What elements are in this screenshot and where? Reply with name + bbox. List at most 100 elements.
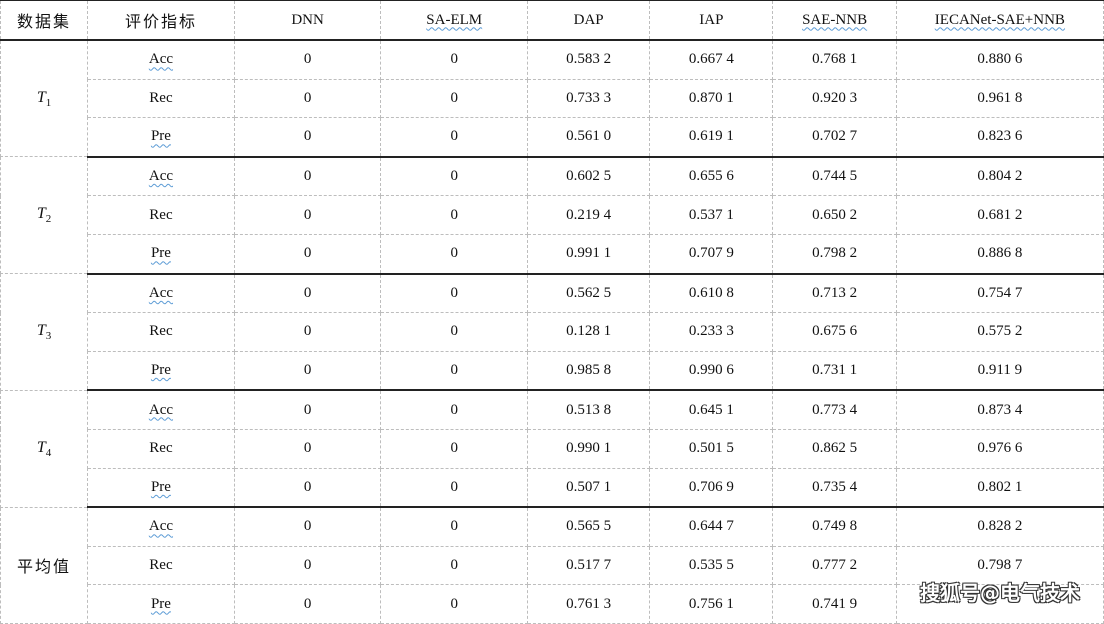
value-cell: 0.761 3 — [527, 584, 651, 624]
metric-cell: Pre — [87, 584, 235, 624]
metric-cell: Acc — [87, 506, 235, 547]
dataset-symbol: T — [36, 321, 46, 339]
metric-cell: Rec — [87, 78, 235, 119]
value-cell: 0.731 1 — [772, 350, 897, 392]
header-iecanet-label: IECANet-SAE+NNB — [934, 11, 1065, 28]
dataset-cell: T4 — [0, 389, 89, 508]
metric-label: Rec — [149, 323, 173, 340]
value-cell: 0.513 8 — [527, 389, 651, 430]
table-row: Rec 0 0 0.990 1 0.501 5 0.862 5 0.976 6 — [1, 428, 1104, 469]
value-cell: 0 — [233, 506, 382, 547]
metric-cell: Rec — [87, 312, 235, 352]
value-cell: 0.562 5 — [527, 273, 651, 314]
value-cell: 0.667 4 — [649, 39, 774, 80]
metric-cell: Rec — [87, 428, 235, 469]
metric-label: Acc — [148, 518, 174, 535]
value-cell: 0 — [233, 195, 382, 235]
metric-label: Rec — [149, 557, 173, 574]
metric-cell: Pre — [87, 233, 235, 275]
value-cell: 0.681 2 — [895, 195, 1104, 235]
value-cell: 0.804 2 — [895, 156, 1104, 197]
metric-label: Pre — [150, 595, 171, 612]
value-cell: 0 — [233, 389, 382, 430]
value-cell: 0.702 7 — [772, 117, 897, 158]
value-cell: 0 — [233, 233, 382, 275]
value-cell: 0 — [380, 39, 529, 80]
dataset-cell: 平均值 — [0, 506, 89, 624]
metric-cell: Rec — [87, 545, 235, 586]
value-cell: 0.920 3 — [772, 78, 897, 119]
value-cell: 0.990 1 — [527, 428, 651, 469]
value-cell: 0.583 2 — [527, 39, 651, 80]
value-cell: 0.976 6 — [895, 428, 1104, 469]
table-row: T4 Acc 0 0 0.513 8 0.645 1 0.773 4 0.873 4 — [0, 389, 1104, 508]
value-cell: 0.575 2 — [895, 312, 1104, 352]
value-cell: 0.602 5 — [527, 156, 651, 197]
value-cell: 0.773 4 — [772, 389, 897, 430]
table-row: T1 Acc 0 0 0.583 2 0.667 4 0.768 1 0.880 6 — [0, 39, 1104, 158]
value-cell: 0 — [380, 584, 529, 624]
metric-label: Pre — [150, 128, 171, 145]
value-cell: 0.619 1 — [649, 117, 774, 158]
value-cell: 0.644 7 — [649, 506, 774, 547]
value-cell: 0 — [380, 506, 529, 547]
table-row: Pre 0 0 0.561 0 0.619 1 0.702 7 0.823 6 — [1, 117, 1104, 158]
dataset-subscript: 3 — [45, 330, 52, 343]
dataset-cell: T3 — [0, 273, 89, 391]
value-cell: 0 — [380, 428, 529, 469]
value-cell: 0.233 3 — [649, 312, 774, 352]
value-cell: 0.886 8 — [895, 233, 1104, 275]
value-cell: 0 — [233, 584, 382, 624]
value-cell: 0.507 1 — [527, 467, 651, 509]
dataset-subscript: 1 — [45, 96, 52, 109]
header-sae-nnb-label: SAE-NNB — [802, 11, 868, 28]
metric-cell: Acc — [87, 273, 235, 314]
value-cell: 0.870 1 — [649, 78, 774, 119]
header-iecanet: IECANet-SAE+NNB — [895, 0, 1104, 41]
header-sa-elm: SA-ELM — [380, 0, 529, 41]
value-cell: 0.768 1 — [772, 39, 897, 80]
value-cell: 0 — [380, 389, 529, 430]
header-metric: 评价指标 — [87, 0, 235, 41]
table-row: Rec 0 0 0.219 4 0.537 1 0.650 2 0.681 2 — [1, 195, 1104, 235]
value-cell: 0.645 1 — [649, 389, 774, 430]
value-cell: 0.650 2 — [772, 195, 897, 235]
value-cell: 0 — [233, 428, 382, 469]
value-cell: 0.880 6 — [895, 39, 1104, 80]
metric-cell: Acc — [87, 156, 235, 197]
value-cell: 0 — [233, 312, 382, 352]
value-cell: 0.991 1 — [527, 233, 651, 275]
header-dataset: 数据集 — [0, 0, 89, 41]
value-cell: 0.735 4 — [772, 467, 897, 509]
value-cell: 0.828 2 — [895, 506, 1104, 547]
value-cell: 0 — [233, 273, 382, 314]
metric-label: Rec — [149, 89, 173, 106]
header-sae-nnb: SAE-NNB — [772, 0, 897, 41]
value-cell: 0.911 9 — [895, 350, 1104, 392]
value-cell: 0 — [380, 195, 529, 235]
value-cell: 0 — [233, 350, 382, 392]
value-cell: 0 — [380, 350, 529, 392]
metric-label: Rec — [149, 206, 173, 223]
table-row: Pre 0 0 0.985 8 0.990 6 0.731 1 0.911 9 — [1, 350, 1104, 392]
value-cell: 0.777 2 — [772, 545, 897, 586]
table-row: T3 Acc 0 0 0.562 5 0.610 8 0.713 2 0.754 7 — [0, 273, 1104, 391]
metric-cell: Acc — [87, 39, 235, 80]
value-cell: 0 — [233, 467, 382, 509]
value-cell: 0 — [233, 39, 382, 80]
table-body: T1 Acc 0 0 0.583 2 0.667 4 0.768 1 0.880 6 Rec 0 0… — [0, 39, 1104, 624]
value-cell: 0.128 1 — [527, 312, 651, 352]
value-cell: 0 — [380, 233, 529, 275]
value-cell: 0.707 9 — [649, 233, 774, 275]
value-cell: 0 — [233, 78, 382, 119]
metric-label: Acc — [148, 51, 174, 68]
value-cell: 0.873 4 — [895, 389, 1104, 430]
value-cell: 0.990 6 — [649, 350, 774, 392]
value-cell: 0.756 1 — [649, 584, 774, 624]
value-cell: 0 — [380, 312, 529, 352]
value-cell: 0.741 9 — [772, 584, 897, 624]
header-dnn: DNN — [233, 0, 382, 41]
table-row: T2 Acc 0 0 0.602 5 0.655 6 0.744 5 0.804 2 — [0, 156, 1104, 275]
value-cell: 0.219 4 — [527, 195, 651, 235]
value-cell: 0 — [380, 117, 529, 158]
